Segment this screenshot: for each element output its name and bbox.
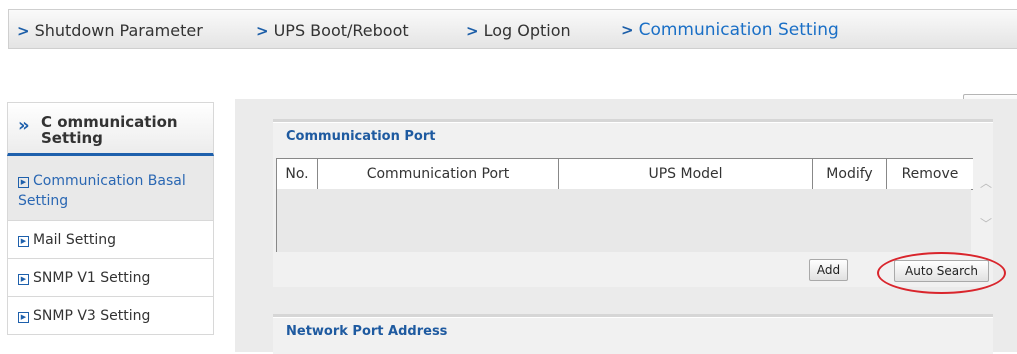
column-header: Communication Port bbox=[317, 158, 559, 190]
add-button[interactable]: Add bbox=[809, 259, 848, 281]
section-title: Communication Port bbox=[286, 129, 436, 144]
tab-ups-boot-reboot[interactable]: > UPS Boot/Reboot bbox=[256, 21, 409, 40]
section-title: Network Port Address bbox=[286, 324, 448, 339]
table-body bbox=[276, 189, 971, 252]
table-header-row: No. Communication Port UPS Model Modify … bbox=[276, 158, 973, 190]
bullet-icon: ▶ bbox=[18, 274, 29, 285]
bullet-icon: ▶ bbox=[18, 236, 29, 247]
tab-shutdown-parameter[interactable]: > Shutdown Parameter bbox=[17, 21, 203, 40]
tab-communication-setting[interactable]: > Communication Setting bbox=[621, 20, 839, 40]
tab-label: Log Option bbox=[483, 21, 571, 40]
highlight-circle bbox=[877, 252, 1006, 294]
tab-label: Communication Setting bbox=[638, 20, 839, 40]
scroll-down-icon[interactable]: ﹀ bbox=[980, 215, 992, 231]
tab-label: UPS Boot/Reboot bbox=[273, 21, 409, 40]
double-chevron-icon: » bbox=[18, 115, 30, 136]
bullet-icon: ▶ bbox=[18, 177, 29, 188]
sidebar-item-mail-setting[interactable]: ▶ Mail Setting bbox=[7, 221, 214, 259]
column-header: UPS Model bbox=[558, 158, 813, 190]
column-header: Modify bbox=[812, 158, 887, 190]
chevron-right-icon: > bbox=[256, 22, 269, 40]
sidebar-item-label: Mail Setting bbox=[33, 232, 117, 248]
communication-port-section: Communication Port No. Communication Por… bbox=[273, 119, 1006, 294]
main-panel: Communication Port No. Communication Por… bbox=[235, 99, 1017, 354]
sidebar-item-communication-basal-setting[interactable]: ▶ Communication Basal Setting bbox=[7, 156, 214, 221]
sidebar-item-snmp-v1-setting[interactable]: ▶ SNMP V1 Setting bbox=[7, 259, 214, 297]
column-header: Remove bbox=[886, 158, 973, 190]
sidebar-item-label: SNMP V3 Setting bbox=[33, 308, 151, 324]
bullet-icon: ▶ bbox=[18, 312, 29, 323]
top-tab-bar: > Shutdown Parameter > UPS Boot/Reboot > Lo… bbox=[8, 9, 1017, 49]
communication-port-table: No. Communication Port UPS Model Modify … bbox=[276, 158, 973, 190]
sidebar-item-label: SNMP V1 Setting bbox=[33, 270, 151, 286]
sidebar-title: C ommunication Setting bbox=[41, 113, 178, 147]
chevron-right-icon: > bbox=[621, 21, 634, 39]
sidebar-item-label: Communication Basal Setting bbox=[18, 173, 186, 209]
tab-label: Shutdown Parameter bbox=[34, 21, 203, 40]
column-header: No. bbox=[276, 158, 318, 190]
network-port-address-section: Network Port Address bbox=[273, 314, 993, 354]
sidebar-item-snmp-v3-setting[interactable]: ▶ SNMP V3 Setting bbox=[7, 297, 214, 335]
sidebar: » C ommunication Setting ▶ Communication … bbox=[7, 102, 214, 335]
chevron-right-icon: > bbox=[466, 22, 479, 40]
scroll-up-icon[interactable]: ︿ bbox=[980, 174, 992, 190]
sidebar-header: » C ommunication Setting bbox=[7, 102, 214, 156]
chevron-right-icon: > bbox=[17, 22, 30, 40]
tab-log-option[interactable]: > Log Option bbox=[466, 21, 571, 40]
